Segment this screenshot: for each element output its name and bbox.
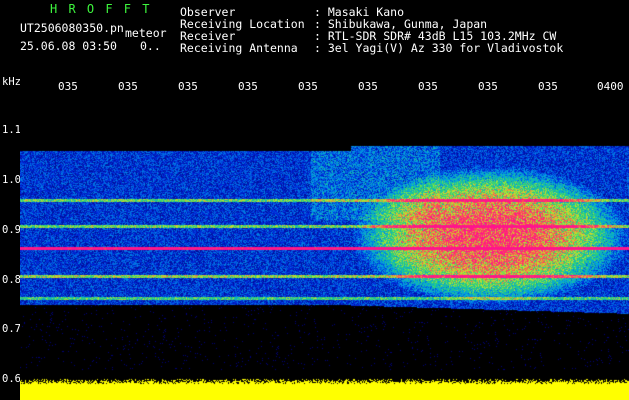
y-tick-label: 0.8 [2,274,21,286]
x-tick-label: 035 [118,80,138,93]
datetime-label: 25.06.08 03:50 [20,39,117,53]
filename-label: UT2506080350.pn [20,21,124,35]
x-tick-label: 035 [358,80,378,93]
antenna-value: : 3el Yagi(V) Az 330 for Vladivostok [314,41,564,55]
antenna-label: Receiving Antenna [180,41,298,55]
y-tick-label: 0.6 [2,373,21,385]
x-tick-label: 035 [538,80,558,93]
x-tick-label: 035 [238,80,258,93]
x-tick-label: 035 [58,80,78,93]
x-tick-label: 035 [298,80,318,93]
x-tick-label: 0400 [597,80,624,93]
counter-label: 0.. [140,39,161,53]
y-axis-unit: kHz [2,76,21,88]
y-tick-label: 1.1 [2,124,21,136]
y-tick-label: 0.7 [2,323,21,335]
mode-label: meteor [125,26,167,40]
y-tick-label: 1.0 [2,174,21,186]
x-tick-label: 035 [478,80,498,93]
x-tick-label: 035 [178,80,198,93]
spectrogram-canvas [20,100,629,400]
app-title: H R O F F T [50,2,152,16]
x-tick-label: 035 [418,80,438,93]
y-tick-label: 0.9 [2,224,21,236]
